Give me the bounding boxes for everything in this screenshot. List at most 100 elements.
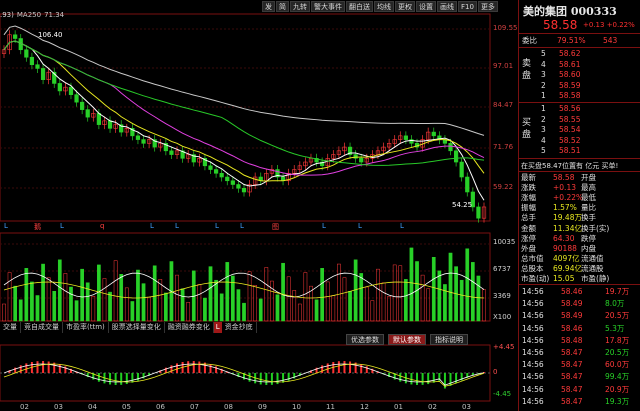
tick-time: 14:56 bbox=[522, 360, 544, 370]
toolbar-btn-0[interactable]: 发 bbox=[262, 1, 275, 12]
candle-body bbox=[80, 101, 85, 110]
volume-bar bbox=[270, 280, 274, 322]
volume-bar bbox=[186, 302, 191, 322]
candle-body bbox=[35, 64, 40, 69]
toolbar-btn-1[interactable]: 简 bbox=[276, 1, 289, 12]
indicator-tab-1[interactable]: 竞自成交量 bbox=[21, 322, 63, 333]
stat-label-2: 流通股 bbox=[581, 263, 604, 273]
ma10-line bbox=[3, 40, 485, 182]
event-mark[interactable]: L bbox=[215, 222, 219, 230]
stat-row: 总市值 4097亿 流通值 bbox=[519, 254, 640, 264]
volume-bar bbox=[331, 295, 336, 322]
change-pct: +0.22% bbox=[606, 21, 635, 29]
toolbar-btn-7[interactable]: 更权 bbox=[395, 1, 415, 12]
tick-row: 14:56 58.46 5.3万 bbox=[519, 324, 640, 334]
toolbar-btn-9[interactable]: 画线 bbox=[437, 1, 457, 12]
tick-price: 58.47 bbox=[561, 384, 583, 394]
toolbar-btn-2[interactable]: 九转 bbox=[290, 1, 310, 12]
toolbar-btn-11[interactable]: 更多 bbox=[477, 1, 498, 12]
event-mark[interactable]: L bbox=[175, 222, 179, 230]
event-mark[interactable]: q bbox=[100, 222, 104, 230]
ask-level: 1 bbox=[541, 91, 546, 101]
event-mark[interactable]: L bbox=[358, 222, 362, 230]
order-alert: 在买盘58.47位置有 亿元 买单! bbox=[521, 162, 619, 170]
volume-bar bbox=[141, 283, 146, 322]
macd-tab-optimal[interactable]: 优选参数 bbox=[346, 334, 384, 345]
event-mark[interactable]: L bbox=[240, 222, 244, 230]
tick-row: 14:56 58.49 20.5万 bbox=[519, 311, 640, 321]
event-mark[interactable]: L bbox=[322, 222, 326, 230]
indicator-tab-4[interactable]: 融资融券变化 bbox=[165, 322, 214, 333]
volume-bar bbox=[247, 271, 252, 322]
indicator-tab-5[interactable]: 资金抄底 bbox=[222, 322, 257, 333]
stat-value: 58.58 bbox=[553, 173, 575, 182]
tick-time: 14:56 bbox=[522, 335, 544, 345]
stat-value: 64.30 bbox=[553, 233, 575, 243]
chart-svg[interactable] bbox=[0, 0, 518, 411]
volume-bar bbox=[465, 248, 470, 322]
tick-time: 14:56 bbox=[522, 384, 544, 394]
stat-label-2: 市盈(静) bbox=[581, 274, 610, 283]
stat-label: 振幅 bbox=[521, 203, 536, 213]
tick-row: 14:56 58.49 8.0万 bbox=[519, 299, 640, 309]
date-tick: 04 bbox=[88, 403, 97, 411]
volume-bar bbox=[286, 276, 291, 322]
price-tick-0: 109.55 bbox=[493, 24, 518, 32]
macd-tick-0: +4.45 bbox=[493, 343, 515, 351]
volume-bar bbox=[426, 288, 431, 322]
volume-bar bbox=[69, 286, 73, 322]
macd-tab-help[interactable]: 指标说明 bbox=[430, 334, 468, 345]
indicator-tab-2[interactable]: 市盈率(ttm) bbox=[63, 322, 109, 333]
date-tick: 02 bbox=[428, 403, 437, 411]
candle-body bbox=[453, 150, 459, 163]
volume-bar bbox=[57, 259, 62, 322]
event-mark[interactable]: L bbox=[4, 222, 8, 230]
price-change: +0.13 +0.22% bbox=[583, 21, 635, 29]
stat-value: +0.13 bbox=[553, 183, 576, 193]
tick-row: 14:56 58.47 20.5万 bbox=[519, 348, 640, 358]
stat-label-2: 换手 bbox=[581, 213, 596, 223]
stat-value: 19.48万 bbox=[553, 213, 582, 223]
volume-bar bbox=[152, 265, 157, 322]
candle-body bbox=[13, 34, 18, 39]
toolbar-btn-8[interactable]: 设置 bbox=[416, 1, 436, 12]
stat-label-2: 流通值 bbox=[581, 253, 604, 263]
legend-prefix: .93) bbox=[0, 11, 14, 19]
date-tick: 06 bbox=[156, 403, 165, 411]
candle-body bbox=[107, 120, 113, 129]
volume-bar bbox=[52, 291, 57, 322]
bid-level: 1 bbox=[541, 104, 546, 113]
bid-price: 58.52 bbox=[559, 135, 581, 145]
tick-volume: 20.9万 bbox=[605, 384, 630, 394]
stat-label: 最新 bbox=[521, 173, 536, 182]
date-tick: 01 bbox=[394, 403, 403, 411]
event-mark[interactable]: L bbox=[60, 222, 64, 230]
volume-bar bbox=[303, 272, 308, 322]
stat-value: 1.57% bbox=[553, 203, 577, 213]
event-mark[interactable]: L bbox=[400, 222, 404, 230]
indicator-tab-0[interactable]: 交量 bbox=[0, 322, 21, 333]
candle-body bbox=[213, 169, 219, 174]
indicator-tab-3[interactable]: 股票选择量变化 bbox=[109, 322, 165, 333]
bid-row: 1 58.56 bbox=[519, 104, 640, 114]
candle-body bbox=[230, 180, 235, 185]
ma20-line bbox=[3, 40, 485, 176]
toolbar-btn-5[interactable]: 翻白送 bbox=[346, 1, 373, 12]
tick-volume: 60.0万 bbox=[605, 360, 630, 370]
high-annotation: 106.40 bbox=[38, 31, 63, 39]
bid-row: 2 58.55 bbox=[519, 115, 640, 125]
tick-price: 58.47 bbox=[561, 348, 583, 357]
low-annotation: 54.25 bbox=[452, 201, 473, 209]
event-mark[interactable]: 鹅 bbox=[34, 222, 41, 232]
divider bbox=[519, 284, 640, 285]
event-mark[interactable]: L bbox=[150, 222, 154, 230]
toolbar-btn-10[interactable]: F10 bbox=[458, 1, 477, 12]
tick-row: 14:56 58.47 20.9万 bbox=[519, 385, 640, 395]
macd-tab-default[interactable]: 默认参数 bbox=[388, 334, 426, 345]
bid-price: 58.56 bbox=[559, 104, 581, 113]
kline-chart-area[interactable]: 发 简 九转 警大事件 翻白送 均线 更权 设置 画线 F10 更多 .93) M… bbox=[0, 0, 518, 411]
toolbar-btn-6[interactable]: 均线 bbox=[374, 1, 394, 12]
volume-bar bbox=[337, 263, 341, 322]
event-mark[interactable]: 图 bbox=[272, 222, 279, 232]
toolbar-btn-3[interactable]: 警大事件 bbox=[311, 1, 345, 12]
